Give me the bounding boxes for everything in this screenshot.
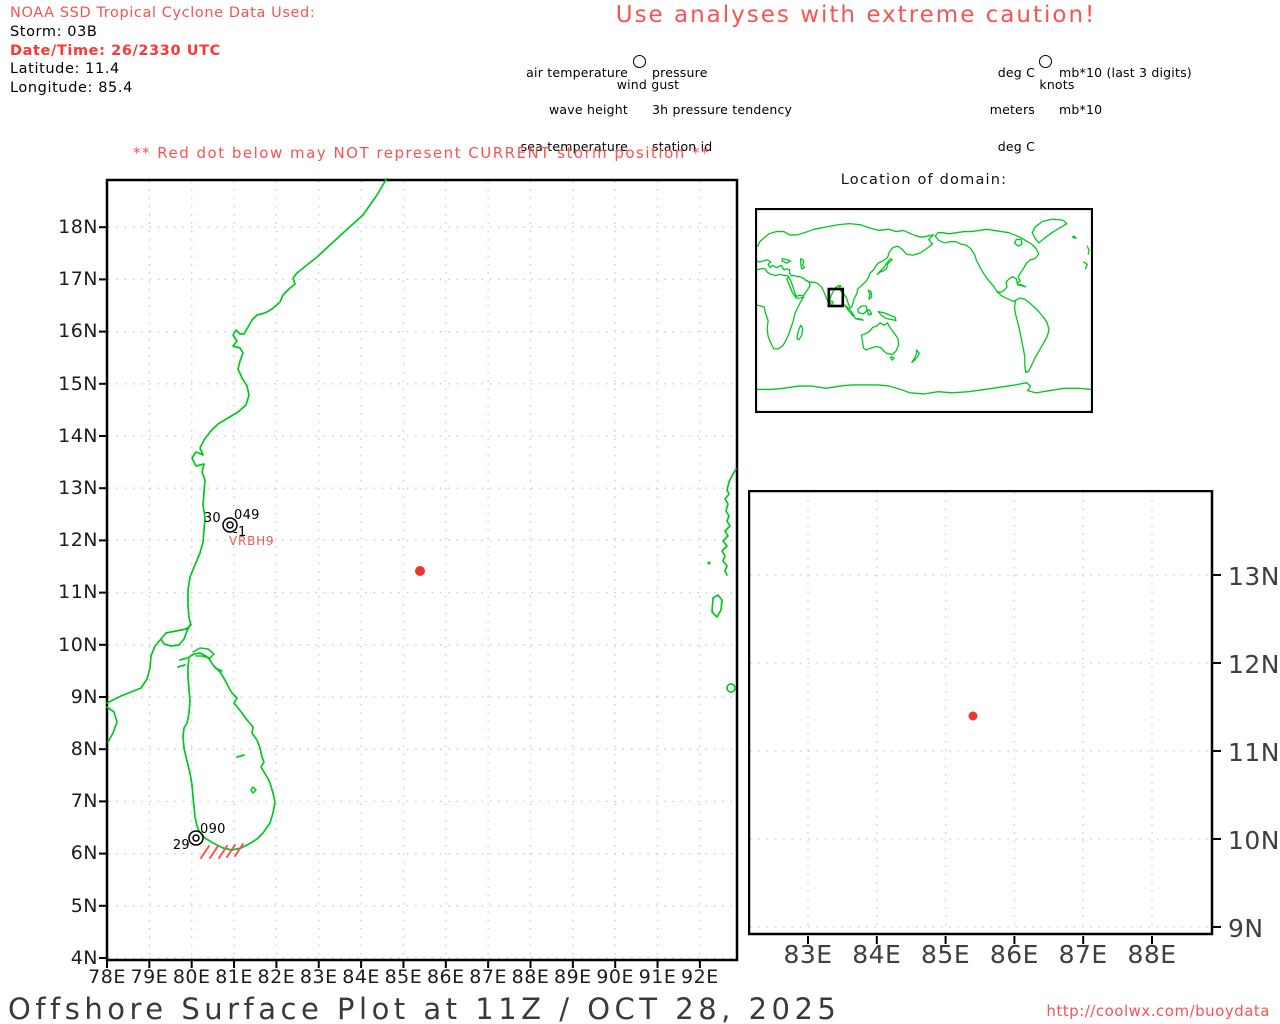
legend-air-temperature: air temperature <box>526 64 628 80</box>
detail-inset-lon-label: 84E <box>852 940 902 969</box>
storm-position-dot <box>415 566 425 576</box>
legend-wind-gust: wind gust <box>616 77 680 92</box>
detail-inset-ticks <box>807 574 1221 944</box>
main-map-lat-label: 14N <box>58 424 98 447</box>
units-deg-c-1: deg C <box>997 64 1035 80</box>
station-model-vrbh9: 30 049-1VRBH9 <box>204 508 274 548</box>
units-mb10-last3: mb*10 (last 3 digits) <box>1059 64 1192 80</box>
source-url-link[interactable]: http://coolwx.com/buoydata <box>998 1002 1270 1020</box>
units-deg-c-2: deg C <box>997 139 1035 155</box>
detail-inset-map <box>748 490 1221 944</box>
storm-longitude-line: Longitude: 85.4 <box>10 80 133 97</box>
station-model-circle-icon <box>633 55 646 68</box>
domain-world-map <box>755 208 1093 413</box>
main-map-lat-label: 12N <box>58 529 98 552</box>
plot-title: Offshore Surface Plot at 11Z / OCT 28, 2… <box>8 992 841 1024</box>
storm-position-dot-inset <box>968 711 978 721</box>
main-map-lon-label: 92E <box>681 966 719 988</box>
storm-latitude-line: Latitude: 11.4 <box>10 61 120 78</box>
detail-inset-lon-label: 85E <box>921 940 971 969</box>
main-map-lat-label: 13N <box>58 477 98 499</box>
units-mb10: mb*10 <box>1059 102 1103 118</box>
main-map-ticks <box>99 226 701 968</box>
units-legend-left: deg C meters deg C <box>935 42 1035 178</box>
station2-air-temp: 29 <box>173 838 190 853</box>
world-coastlines <box>755 218 1093 395</box>
main-map-lat-label: 10N <box>58 633 98 656</box>
main-map: 30 049-1VRBH929090 <box>99 178 739 968</box>
main-map-lat-label: 9N <box>70 685 98 708</box>
main-map-lat-label: 8N <box>70 738 98 760</box>
detail-inset-lat-label: 10N <box>1228 826 1280 855</box>
units-knots: knots <box>1039 77 1075 92</box>
detail-inset-lon-label: 83E <box>783 940 833 969</box>
station-model-south: 29 090 <box>173 822 226 853</box>
caution-headline: Use analyses with extreme caution! <box>615 2 1097 28</box>
main-map-lat-label: 6N <box>70 842 98 865</box>
world-inset-border <box>755 208 1093 413</box>
detail-inset-border <box>748 490 1214 936</box>
storm-id-line: Storm: 03B <box>10 23 98 40</box>
main-map-lat-label: 16N <box>58 320 98 343</box>
detail-inset-grid <box>750 492 1210 933</box>
vrbh9-pressure: 049 <box>234 508 260 523</box>
units-legend-right: mb*10 (last 3 digits) mb*10 <box>1059 42 1279 141</box>
detail-inset-lat-label: 13N <box>1228 562 1280 591</box>
main-map-lat-label: 15N <box>58 372 98 395</box>
legend-pressure: pressure <box>652 64 708 80</box>
main-map-lat-label: 17N <box>58 268 98 291</box>
coastline-andaman-islands <box>707 468 737 693</box>
units-model-circle-icon <box>1039 55 1052 68</box>
storm-datetime-line: Date/Time: 26/2330 UTC <box>10 42 221 59</box>
main-map-lat-label: 11N <box>58 581 98 604</box>
vrbh9-station-id: VRBH9 <box>229 534 274 548</box>
station2-pressure: 090 <box>200 822 226 837</box>
legend-pressure-tendency: 3h pressure tendency <box>652 102 793 118</box>
detail-inset-lon-label: 88E <box>1127 940 1177 969</box>
detail-inset-lat-label: 12N <box>1228 650 1280 679</box>
detail-inset-lat-label: 11N <box>1228 738 1280 767</box>
detail-inset-lon-label: 86E <box>989 940 1039 969</box>
noaa-source-line: NOAA SSD Tropical Cyclone Data Used: <box>10 5 316 21</box>
vrbh9-air-temp: 30 <box>204 511 221 526</box>
main-map-lat-label: 18N <box>58 216 98 238</box>
detail-inset-lat-label: 9N <box>1228 914 1264 943</box>
main-map-lat-label: 5N <box>70 894 98 917</box>
domain-inset-title: Location of domain: <box>840 172 1008 188</box>
storm-header: NOAA SSD Tropical Cyclone Data Used: Sto… <box>10 4 315 98</box>
red-dot-warning: ** Red dot below may NOT represent CURRE… <box>133 144 711 162</box>
main-map-lat-label: 7N <box>70 790 98 813</box>
detail-inset-lon-label: 87E <box>1058 940 1108 969</box>
legend-wave-height: wave height <box>549 102 628 118</box>
offshore-surface-plot-page: NOAA SSD Tropical Cyclone Data Used: Sto… <box>0 0 1280 1024</box>
units-meters: meters <box>989 102 1035 118</box>
red-hatch-marks <box>200 843 244 859</box>
